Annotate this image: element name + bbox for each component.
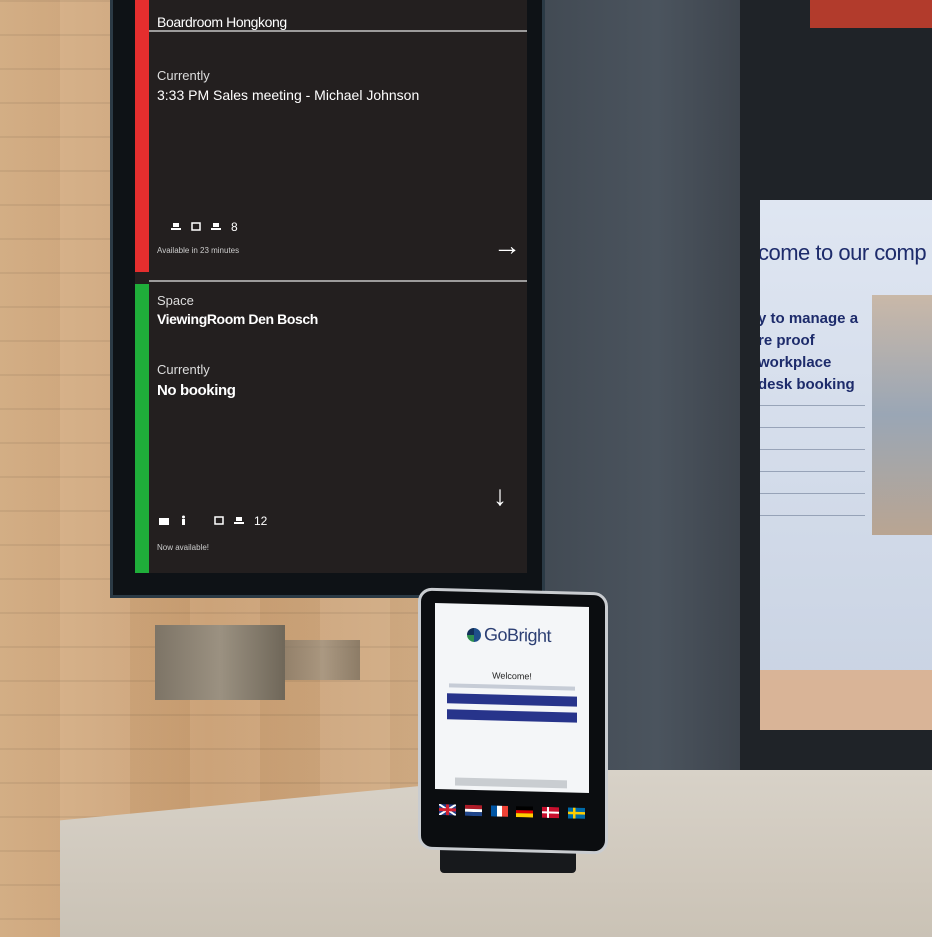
fr-flag-icon[interactable] (490, 804, 508, 817)
language-selector (435, 797, 589, 825)
nl-flag-icon[interactable] (464, 804, 482, 816)
room-name: ViewingRoom Den Bosch (157, 311, 318, 327)
dk-flag-icon[interactable] (542, 806, 560, 818)
room-panel-viewingroom[interactable]: Space ViewingRoom Den Bosch Currently No… (135, 284, 527, 573)
brand-name: GoBright (484, 624, 552, 646)
welcome-heading: Welcome! (492, 670, 532, 682)
desk-icon (171, 220, 181, 234)
gobright-logo: GoBright (467, 624, 551, 647)
background-screen: come to our comp y to manage a re proof … (760, 200, 932, 730)
background-screen-photo (872, 295, 932, 535)
de-flag-icon[interactable] (516, 805, 534, 818)
people-icon (234, 514, 244, 528)
current-booking: 3:33 PM Sales meeting - Michael Johnson (157, 87, 420, 103)
camera-icon (159, 514, 169, 528)
uk-flag-icon[interactable] (439, 803, 456, 816)
status-bar-available (135, 284, 149, 573)
room-panel-boardroom[interactable]: Boardroom Hongkong Currently 3:33 PM Sal… (135, 0, 527, 272)
red-accent (810, 0, 932, 28)
room-signage-screen: Boardroom Hongkong Currently 3:33 PM Sal… (135, 0, 527, 573)
tablet-footer-button[interactable] (455, 777, 567, 789)
current-label: Currently (157, 68, 210, 83)
current-booking: No booking (157, 382, 236, 399)
wall-stone-patch (155, 625, 285, 700)
space-label: Space (157, 293, 194, 308)
welcome-subtitle (449, 683, 575, 691)
wall-stone-patch (285, 640, 360, 680)
accessibility-icon (179, 514, 188, 528)
current-label: Currently (157, 362, 210, 377)
arrow-right-icon[interactable]: → (493, 232, 521, 260)
tablet-secondary-button[interactable] (447, 709, 577, 723)
people-icon (211, 220, 221, 234)
screen-share-icon (214, 514, 224, 528)
background-screen-title: come to our comp (760, 240, 927, 265)
status-bar-occupied (135, 0, 149, 272)
se-flag-icon[interactable] (567, 806, 585, 819)
availability-text: Now available! (157, 543, 210, 552)
panel-divider (149, 280, 527, 282)
capacity-count: 12 (254, 514, 268, 528)
tablet-device: GoBright Welcome! (418, 587, 608, 855)
gobright-logo-icon (467, 627, 481, 642)
background-screen-footer (760, 670, 932, 730)
panel-divider (149, 30, 527, 32)
room-name: Boardroom Hongkong (157, 14, 287, 30)
arrow-down-icon[interactable]: ↓ (493, 482, 507, 510)
availability-text: Available in 23 minutes (157, 246, 240, 255)
capacity-count: 8 (231, 220, 238, 234)
tablet-primary-button[interactable] (447, 693, 577, 707)
screen-share-icon (191, 220, 201, 234)
background-screen-heading: y to manage a re proof workplace desk bo… (760, 310, 859, 393)
tablet-screen: GoBright Welcome! (435, 602, 589, 793)
room-facilities: 12 (159, 514, 267, 528)
photo-scene: come to our comp y to manage a re proof … (0, 0, 932, 937)
room-facilities: 8 (171, 220, 238, 234)
background-screen-body (760, 405, 865, 535)
